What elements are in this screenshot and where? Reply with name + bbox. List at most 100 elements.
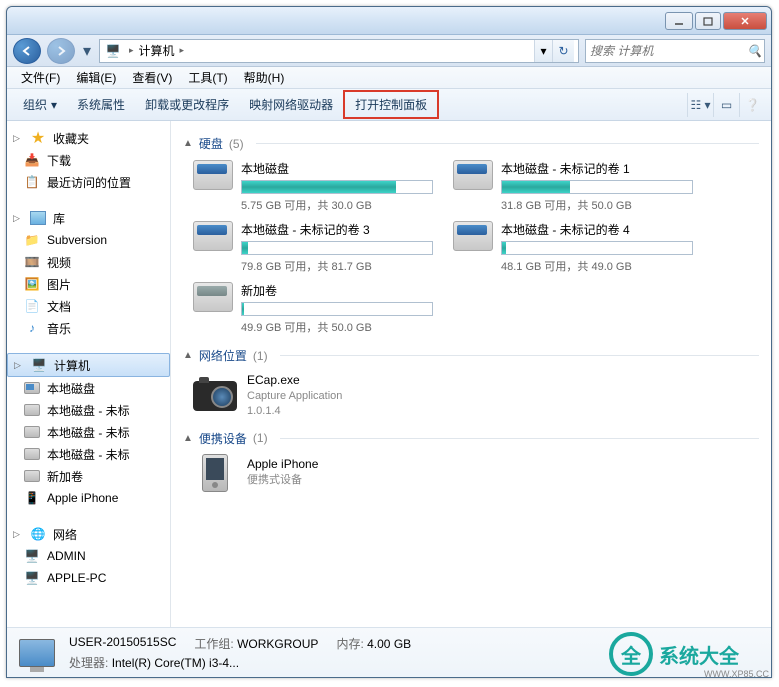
sidebar-documents[interactable]: 📄文档 xyxy=(7,295,170,317)
search-icon[interactable]: 🔍 xyxy=(747,44,762,58)
content-pane: ▲ 硬盘 (5) 本地磁盘 5.75 GB 可用，共 30.0 GB 本地磁盘 - … xyxy=(171,121,771,627)
phone-icon: 📱 xyxy=(23,489,41,507)
sidebar-recent[interactable]: 📋最近访问的位置 xyxy=(7,171,170,193)
organize-button[interactable]: 组织 ▾ xyxy=(13,92,67,117)
window-body: ▷★收藏夹 📥下载 📋最近访问的位置 ▷库 📁Subversion 🎞️视频 🖼… xyxy=(7,121,771,627)
pc-icon: 🖥️ xyxy=(23,569,41,587)
drives-list: 本地磁盘 5.75 GB 可用，共 30.0 GB 本地磁盘 - 未标记的卷 1 31… xyxy=(193,160,759,335)
collapse-arrow-icon: ▲ xyxy=(183,138,193,149)
command-bar: 组织 ▾ 系统属性 卸载或更改程序 映射网络驱动器 打开控制面板 ☷ ▾ ▭ ❔ xyxy=(7,89,771,121)
sidebar-pictures[interactable]: 🖼️图片 xyxy=(7,273,170,295)
network-group-header[interactable]: ▲ 网络位置 (1) xyxy=(183,347,759,364)
network-item-name: ECap.exe xyxy=(247,372,342,389)
portable-item-desc: 便携式设备 xyxy=(247,473,318,488)
drive-item[interactable]: 本地磁盘 5.75 GB 可用，共 30.0 GB xyxy=(193,160,433,213)
preview-pane-button[interactable]: ▭ xyxy=(713,93,739,117)
sidebar-local-disk[interactable]: 本地磁盘 xyxy=(7,377,170,399)
system-properties-button[interactable]: 系统属性 xyxy=(67,92,135,117)
portable-device-item[interactable]: Apple iPhone 便携式设备 xyxy=(193,455,759,491)
back-button[interactable] xyxy=(13,38,41,64)
drive-name: 本地磁盘 xyxy=(241,160,433,177)
drive-name: 本地磁盘 - 未标记的卷 3 xyxy=(241,221,433,238)
drive-item[interactable]: 本地磁盘 - 未标记的卷 379.8 GB 可用，共 81.7 GB xyxy=(193,221,433,274)
libraries-section: ▷库 📁Subversion 🎞️视频 🖼️图片 📄文档 ♪音乐 xyxy=(7,207,170,339)
computer-header[interactable]: ▷🖥️计算机 xyxy=(7,353,170,377)
menu-help[interactable]: 帮助(H) xyxy=(236,67,293,88)
view-mode-button[interactable]: ☷ ▾ xyxy=(687,93,713,117)
portable-group-header[interactable]: ▲ 便携设备 (1) xyxy=(183,430,759,447)
search-box[interactable]: 🔍 xyxy=(585,39,765,63)
hdd-icon xyxy=(193,221,233,261)
sidebar-iphone[interactable]: 📱Apple iPhone xyxy=(7,487,170,509)
drive-usage-bar xyxy=(241,302,433,316)
forward-button[interactable] xyxy=(47,38,75,64)
refresh-button[interactable]: ↻ xyxy=(552,40,574,62)
address-dropdown[interactable]: ▾ xyxy=(534,40,552,62)
sidebar-network-pc[interactable]: 🖥️ADMIN xyxy=(7,545,170,567)
sidebar-network-pc[interactable]: 🖥️APPLE-PC xyxy=(7,567,170,589)
hdd-icon xyxy=(453,221,493,261)
map-network-drive-button[interactable]: 映射网络驱动器 xyxy=(239,92,343,117)
drive-free-text: 31.8 GB 可用，共 50.0 GB xyxy=(501,197,693,213)
search-input[interactable] xyxy=(590,44,747,58)
drive-name: 新加卷 xyxy=(241,282,433,299)
drives-group-header[interactable]: ▲ 硬盘 (5) xyxy=(183,135,759,152)
computer-name: USER-20150515SC xyxy=(69,635,176,652)
folder-icon: 📁 xyxy=(23,231,41,249)
drive-icon xyxy=(23,445,41,463)
menu-bar: 文件(F) 编辑(E) 查看(V) 工具(T) 帮助(H) xyxy=(7,67,771,89)
menu-view[interactable]: 查看(V) xyxy=(124,67,180,88)
drive-usage-bar xyxy=(501,180,693,194)
network-icon: 🌐 xyxy=(29,525,47,543)
drive-free-text: 49.9 GB 可用，共 50.0 GB xyxy=(241,319,433,335)
maximize-button[interactable] xyxy=(695,12,721,30)
breadcrumb-item[interactable]: 计算机 xyxy=(137,42,177,59)
breadcrumb-arrow-icon[interactable]: ▸ xyxy=(177,45,188,56)
sidebar-local-disk[interactable]: 本地磁盘 - 未标 xyxy=(7,443,170,465)
network-location-item[interactable]: ECap.exe Capture Application 1.0.1.4 xyxy=(193,372,759,420)
drive-name: 本地磁盘 - 未标记的卷 4 xyxy=(501,221,693,238)
sidebar-music[interactable]: ♪音乐 xyxy=(7,317,170,339)
sidebar-local-disk[interactable]: 本地磁盘 - 未标 xyxy=(7,399,170,421)
camera-icon xyxy=(193,378,237,414)
sidebar-local-disk[interactable]: 本地磁盘 - 未标 xyxy=(7,421,170,443)
breadcrumb-box[interactable]: 🖥️ ▸ 计算机 ▸ ▾ ↻ xyxy=(99,39,579,63)
computer-large-icon xyxy=(17,633,57,673)
menu-file[interactable]: 文件(F) xyxy=(13,67,68,88)
open-control-panel-button[interactable]: 打开控制面板 xyxy=(343,90,439,119)
document-icon: 📄 xyxy=(23,297,41,315)
nav-history-dropdown[interactable]: ▾ xyxy=(81,41,93,61)
menu-edit[interactable]: 编辑(E) xyxy=(68,67,124,88)
drive-icon xyxy=(23,379,41,397)
drive-item[interactable]: 新加卷 49.9 GB 可用，共 50.0 GB xyxy=(193,282,433,335)
details-pane: USER-20150515SC 工作组: WORKGROUP 内存: 4.00 … xyxy=(7,627,771,677)
help-button[interactable]: ❔ xyxy=(739,93,765,117)
libraries-header[interactable]: ▷库 xyxy=(7,207,170,229)
download-icon: 📥 xyxy=(23,151,41,169)
hdd-icon xyxy=(193,282,233,322)
pc-icon: 🖥️ xyxy=(23,547,41,565)
address-bar: ▾ 🖥️ ▸ 计算机 ▸ ▾ ↻ 🔍 xyxy=(7,35,771,67)
drive-free-text: 48.1 GB 可用，共 49.0 GB xyxy=(501,258,693,274)
menu-tools[interactable]: 工具(T) xyxy=(180,67,235,88)
computer-icon: 🖥️ xyxy=(30,356,48,374)
network-header[interactable]: ▷🌐网络 xyxy=(7,523,170,545)
network-section: ▷🌐网络 🖥️ADMIN 🖥️APPLE-PC xyxy=(7,523,170,589)
sidebar-downloads[interactable]: 📥下载 xyxy=(7,149,170,171)
sidebar-videos[interactable]: 🎞️视频 xyxy=(7,251,170,273)
titlebar[interactable] xyxy=(7,7,771,35)
minimize-button[interactable] xyxy=(665,12,693,30)
sidebar-new-volume[interactable]: 新加卷 xyxy=(7,465,170,487)
sidebar-subversion[interactable]: 📁Subversion xyxy=(7,229,170,251)
collapse-arrow-icon: ▲ xyxy=(183,433,193,444)
drive-item[interactable]: 本地磁盘 - 未标记的卷 1 31.8 GB 可用，共 50.0 GB xyxy=(453,160,693,213)
favorites-header[interactable]: ▷★收藏夹 xyxy=(7,127,170,149)
drive-name: 本地磁盘 - 未标记的卷 1 xyxy=(501,160,693,177)
drive-free-text: 5.75 GB 可用，共 30.0 GB xyxy=(241,197,433,213)
drive-item[interactable]: 本地磁盘 - 未标记的卷 4 48.1 GB 可用，共 49.0 GB xyxy=(453,221,693,274)
close-button[interactable] xyxy=(723,12,767,30)
favorites-section: ▷★收藏夹 📥下载 📋最近访问的位置 xyxy=(7,127,170,193)
star-icon: ★ xyxy=(29,129,47,147)
uninstall-programs-button[interactable]: 卸载或更改程序 xyxy=(135,92,239,117)
breadcrumb-arrow-icon[interactable]: ▸ xyxy=(126,45,137,56)
